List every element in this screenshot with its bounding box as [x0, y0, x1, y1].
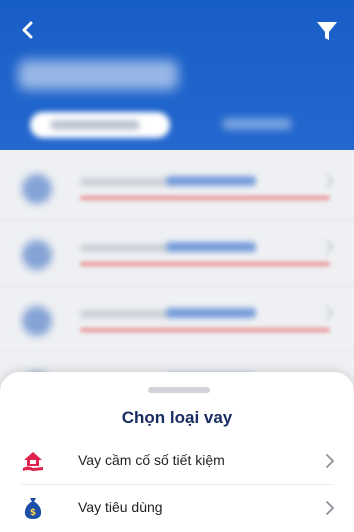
chevron-right-icon: [326, 501, 334, 515]
option-consumer-loan[interactable]: $ Vay tiêu dùng: [0, 485, 354, 531]
sheet-title: Chọn loại vay: [121, 408, 233, 427]
option-pledge-savings-loan[interactable]: Vay cầm cố số tiết kiệm: [0, 438, 354, 484]
money-bag-icon: $: [24, 498, 42, 519]
option-label: Vay cầm cố số tiết kiệm: [78, 452, 225, 468]
sheet-drag-handle[interactable]: [148, 387, 210, 393]
chevron-right-icon: [326, 454, 334, 468]
option-label: Vay tiêu dùng: [78, 499, 163, 515]
house-hand-icon: [23, 452, 43, 471]
svg-text:$: $: [30, 508, 36, 518]
loan-type-bottom-sheet: Chọn loại vay Vay cầm cố số tiết kiệm $ …: [0, 372, 354, 532]
